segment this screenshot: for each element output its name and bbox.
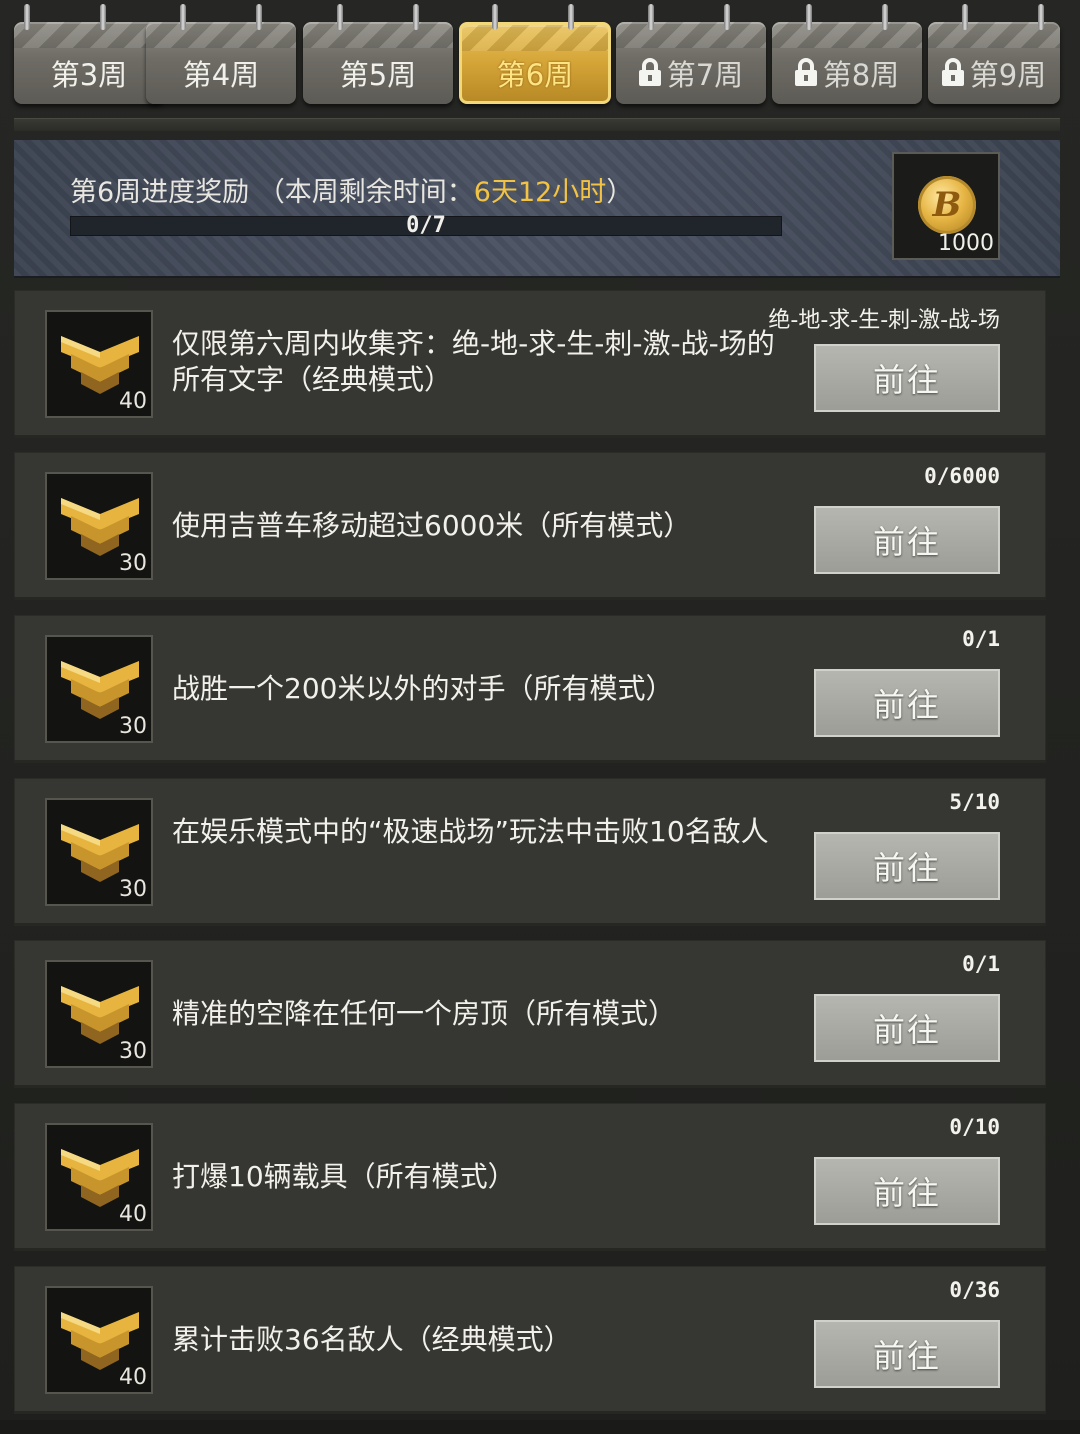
bottom-edge: [0, 1420, 1080, 1434]
binder-ring: [1038, 4, 1044, 30]
go-button[interactable]: 前往: [814, 344, 1000, 412]
binder-ring: [100, 4, 106, 30]
lock-icon: [638, 58, 661, 86]
divider: [14, 118, 1060, 131]
binder-ring: [492, 4, 498, 30]
tab-label: 第4周: [182, 58, 260, 92]
lock-icon: [941, 58, 964, 86]
binder-ring: [256, 4, 262, 30]
go-button[interactable]: 前往: [814, 832, 1000, 900]
task-description: 使用吉普车移动超过6000米（所有模式）: [172, 509, 692, 542]
binder-ring: [337, 4, 343, 30]
binder-ring: [882, 4, 888, 30]
reward-chest[interactable]: B 1000: [892, 152, 1000, 260]
go-button[interactable]: 前往: [814, 1157, 1000, 1225]
progress-title: 第6周进度奖励 （本周剩余时间：6天12小时）: [70, 170, 633, 209]
week-tabs: 第3周 第4周 第5周 第6周 第7周 第8周 第9周: [0, 0, 1080, 112]
progress-title-suffix: ）: [606, 177, 634, 208]
rank-points-icon: 40: [45, 1286, 153, 1394]
binder-ring: [24, 4, 30, 30]
task-row: 40 仅限第六周内收集齐：绝-地-求-生-刺-激-战-场的所有文字（经典模式） …: [14, 290, 1046, 438]
coin-icon: B: [918, 176, 976, 234]
progress-bar: 0/7: [70, 213, 782, 238]
tab-label: 第8周: [822, 58, 900, 92]
task-row: 40 累计击败36名敌人（经典模式） 0/36 前往: [14, 1266, 1046, 1414]
time-remaining: 6天12小时: [473, 177, 607, 208]
task-description: 累计击败36名敌人（经典模式）: [172, 1323, 572, 1356]
task-row: 40 打爆10辆载具（所有模式） 0/10 前往: [14, 1103, 1046, 1251]
task-description: 精准的空降在任何一个房顶（所有模式）: [172, 997, 677, 1030]
task-progress: 0/6000: [924, 464, 1000, 488]
rank-points-icon: 30: [45, 798, 153, 906]
task-description: 在娱乐模式中的“极速战场”玩法中击败10名敌人: [172, 815, 769, 848]
tab-week-3[interactable]: 第3周: [14, 22, 164, 104]
rank-points-icon: 30: [45, 960, 153, 1068]
task-points: 30: [119, 551, 147, 576]
binder-ring: [648, 4, 654, 30]
task-progress: 0/1: [962, 952, 1000, 976]
task-progress: 5/10: [949, 790, 1000, 814]
rank-points-icon: 30: [45, 635, 153, 743]
task-points: 40: [119, 1365, 147, 1390]
task-points: 30: [119, 877, 147, 902]
task-row: 30 在娱乐模式中的“极速战场”玩法中击败10名敌人 5/10 前往: [14, 778, 1046, 926]
binder-ring: [724, 4, 730, 30]
task-points: 40: [119, 1202, 147, 1227]
task-row: 30 使用吉普车移动超过6000米（所有模式） 0/6000 前往: [14, 452, 1046, 600]
weekly-progress-panel: 第6周进度奖励 （本周剩余时间：6天12小时） 0/7 B 1000: [14, 140, 1060, 278]
task-row: 30 战胜一个200米以外的对手（所有模式） 0/1 前往: [14, 615, 1046, 763]
task-description: 仅限第六周内收集齐：绝-地-求-生-刺-激-战-场的所有文字（经典模式）: [172, 327, 775, 396]
binder-ring: [568, 4, 574, 30]
rank-points-icon: 40: [45, 1123, 153, 1231]
go-button[interactable]: 前往: [814, 994, 1000, 1062]
go-button[interactable]: 前往: [814, 669, 1000, 737]
tab-week-9[interactable]: 第9周: [928, 22, 1060, 104]
progress-title-prefix: 第6周进度奖励 （本周剩余时间：: [70, 177, 474, 208]
tab-week-6[interactable]: 第6周: [459, 22, 611, 104]
tab-label: 第7周: [666, 58, 744, 92]
task-progress: 0/36: [949, 1278, 1000, 1302]
tab-week-8[interactable]: 第8周: [772, 22, 922, 104]
task-row: 30 精准的空降在任何一个房顶（所有模式） 0/1 前往: [14, 940, 1046, 1088]
reward-amount: 1000: [938, 231, 994, 256]
task-description: 打爆10辆载具（所有模式）: [172, 1160, 516, 1193]
task-progress: 绝-地-求-生-刺-激-战-场: [768, 308, 1000, 333]
tab-week-7[interactable]: 第7周: [616, 22, 766, 104]
task-points: 30: [119, 714, 147, 739]
progress-text: 0/7: [406, 213, 446, 238]
tab-label: 第5周: [339, 58, 417, 92]
season-task-panel: 第3周 第4周 第5周 第6周 第7周 第8周 第9周 第6周进度奖励 （本周剩…: [0, 0, 1080, 1434]
binder-ring: [806, 4, 812, 30]
task-points: 30: [119, 1039, 147, 1064]
tab-week-4[interactable]: 第4周: [146, 22, 296, 104]
task-description: 战胜一个200米以外的对手（所有模式）: [172, 672, 674, 705]
binder-ring: [962, 4, 968, 30]
go-button[interactable]: 前往: [814, 1320, 1000, 1388]
tab-label: 第3周: [50, 58, 128, 92]
tab-label: 第6周: [496, 58, 574, 92]
binder-ring: [413, 4, 419, 30]
task-progress: 0/10: [949, 1115, 1000, 1139]
task-points: 40: [119, 389, 147, 414]
rank-points-icon: 40: [45, 310, 153, 418]
task-progress: 0/1: [962, 627, 1000, 651]
tab-label: 第9周: [969, 58, 1047, 92]
go-button[interactable]: 前往: [814, 506, 1000, 574]
tab-week-5[interactable]: 第5周: [303, 22, 453, 104]
binder-ring: [180, 4, 186, 30]
lock-icon: [794, 58, 817, 86]
rank-points-icon: 30: [45, 472, 153, 580]
